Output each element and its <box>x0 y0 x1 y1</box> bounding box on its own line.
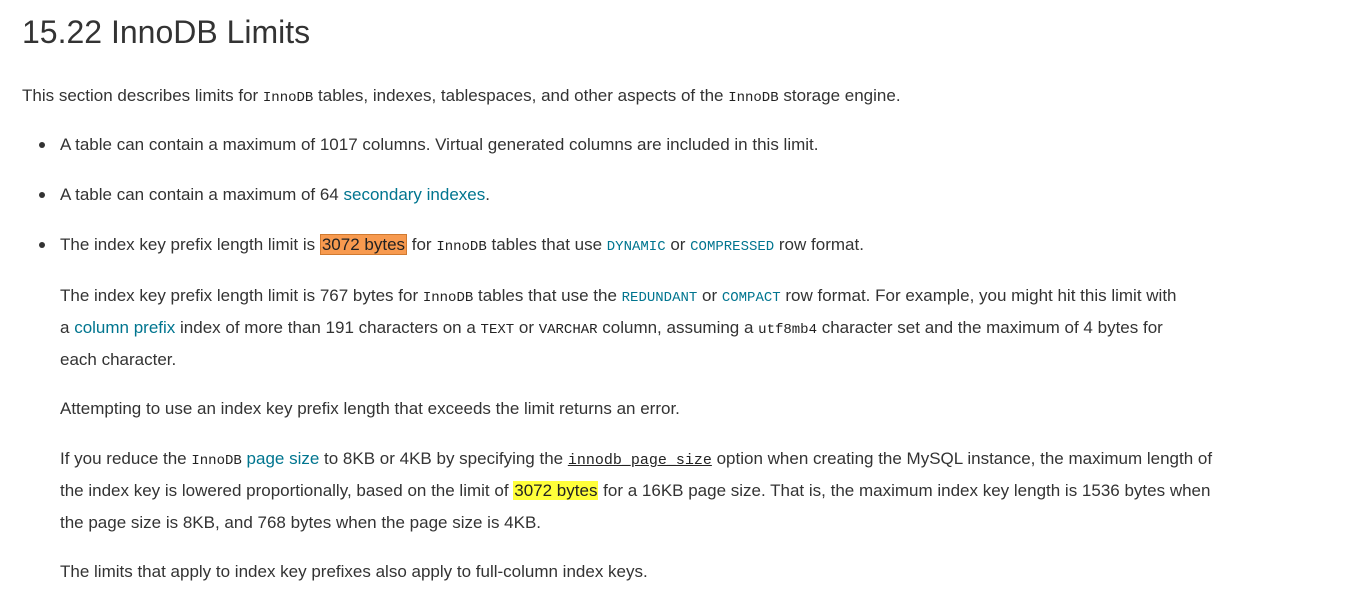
compressed-code: COMPRESSED <box>690 239 775 255</box>
code-innodb: InnoDB <box>422 290 474 306</box>
paragraph-text: the index key is lowered proportionally,… <box>60 481 514 500</box>
list-item-max-columns: A table can contain a maximum of 1017 co… <box>60 129 818 161</box>
list-item-text-end: . <box>485 185 490 204</box>
paragraph-text: row format. For example, you might hit t… <box>780 286 1177 305</box>
intro-code-innodb-1: InnoDB <box>262 90 314 106</box>
paragraph-text: If you reduce the <box>60 449 192 468</box>
list-item-text: A table can contain a maximum of 1017 co… <box>60 135 819 154</box>
page-size-paragraph-line-3: the page size is 8KB, and 768 bytes when… <box>60 507 541 539</box>
code-varchar: VARCHAR <box>538 322 598 338</box>
paragraph-text: tables that use the <box>473 286 622 305</box>
list-item-text: tables that use <box>486 235 607 254</box>
error-paragraph: Attempting to use an index key prefix le… <box>60 393 680 425</box>
list-item-text: A table can contain a maximum of 64 <box>60 185 344 204</box>
paragraph-text: a <box>60 318 75 337</box>
intro-paragraph: This section describes limits for InnoDB… <box>22 80 901 114</box>
list-item-text: or <box>665 235 691 254</box>
list-item-text: row format. <box>774 235 864 254</box>
intro-code-innodb-2: InnoDB <box>728 90 779 106</box>
page-title: 15.22 InnoDB Limits <box>22 14 311 50</box>
list-item-text: The index key prefix length limit is <box>60 235 320 254</box>
paragraph-text: index of more than 191 characters on a <box>175 318 481 337</box>
highlight-3072-bytes-orange: 3072 bytes <box>319 234 408 255</box>
paragraph-text: the page size is 8KB, and 768 bytes when… <box>60 513 542 532</box>
paragraph-text: The index key prefix length limit is 767… <box>60 286 423 305</box>
paragraph-text: or <box>697 286 722 305</box>
list-item-secondary-indexes: A table can contain a maximum of 64 seco… <box>60 179 490 211</box>
code-utf8mb4: utf8mb4 <box>758 322 817 338</box>
paragraph-text: to 8KB or 4KB by specifying the <box>319 449 568 468</box>
intro-text-1: This section describes limits for <box>22 86 263 105</box>
paragraph-text: The limits that apply to index key prefi… <box>60 562 648 581</box>
compact-code: COMPACT <box>721 290 781 306</box>
innodb-page-size-code: innodb_page_size <box>567 452 712 469</box>
compact-link[interactable]: COMPACT <box>721 286 781 306</box>
code-text: TEXT <box>480 322 515 338</box>
paragraph-text: for a 16KB page size. That is, the maxim… <box>598 481 1211 500</box>
list-item-text: for <box>407 235 437 254</box>
page-size-link[interactable]: page size <box>247 449 320 468</box>
code-innodb: InnoDB <box>436 239 487 255</box>
intro-text-3: storage engine. <box>778 86 901 105</box>
redundant-code: REDUNDANT <box>621 290 698 306</box>
doc-page: 15.22 InnoDB Limits This section describ… <box>0 0 1361 593</box>
paragraph-text: Attempting to use an index key prefix le… <box>60 399 680 418</box>
dynamic-link[interactable]: DYNAMIC <box>606 235 666 255</box>
redundant-compact-paragraph-line-1: The index key prefix length limit is 767… <box>60 280 1177 314</box>
paragraph-text: column, assuming a <box>597 318 759 337</box>
compressed-link[interactable]: COMPRESSED <box>690 235 775 255</box>
list-item-prefix-limit: The index key prefix length limit is 307… <box>60 229 864 263</box>
highlight-3072-bytes-yellow: 3072 bytes <box>513 481 599 500</box>
dynamic-code: DYNAMIC <box>606 239 666 255</box>
code-innodb: InnoDB <box>191 453 242 469</box>
redundant-link[interactable]: REDUNDANT <box>621 286 698 306</box>
intro-text-2: tables, indexes, tablespaces, and other … <box>313 86 729 105</box>
paragraph-text: character set and the maximum of 4 bytes… <box>816 318 1163 337</box>
full-column-paragraph: The limits that apply to index key prefi… <box>60 556 648 588</box>
page-size-paragraph-line-2: the index key is lowered proportionally,… <box>60 475 1210 507</box>
bullet-icon <box>39 142 45 148</box>
column-prefix-link[interactable]: column prefix <box>74 318 175 337</box>
secondary-indexes-link[interactable]: secondary indexes <box>344 185 486 204</box>
redundant-compact-paragraph-line-3: each character. <box>60 344 176 376</box>
page-size-paragraph-line-1: If you reduce the InnoDB page size to 8K… <box>60 443 1212 477</box>
bullet-icon <box>39 242 45 248</box>
paragraph-text: or <box>514 318 539 337</box>
redundant-compact-paragraph-line-2: a column prefix index of more than 191 c… <box>60 312 1163 346</box>
bullet-icon <box>39 192 45 198</box>
paragraph-text: option when creating the MySQL instance,… <box>711 449 1213 468</box>
innodb-page-size-option-link[interactable]: innodb_page_size <box>567 449 712 469</box>
paragraph-text: each character. <box>60 350 177 369</box>
